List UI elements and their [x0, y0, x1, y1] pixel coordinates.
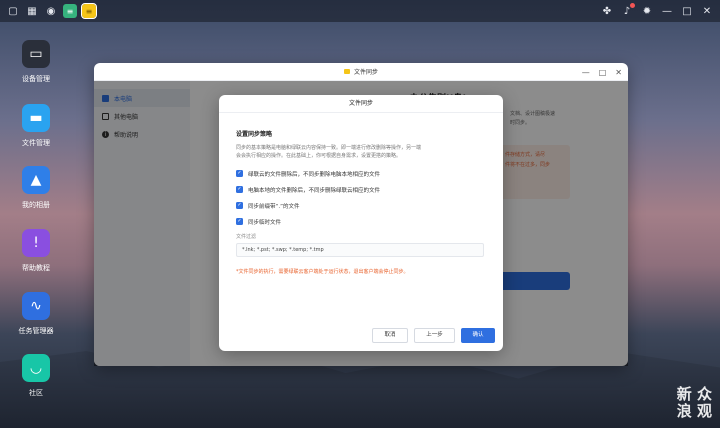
desktop-label: 任务管理器	[18, 327, 54, 335]
watermark-logo: 新 众 浪 观	[677, 386, 712, 420]
checkbox-checked-icon[interactable]: ✓	[236, 186, 243, 193]
desktop-label: 社区	[29, 389, 43, 397]
photo-icon: ▲	[22, 166, 50, 194]
app-green-icon[interactable]: ≡	[63, 4, 77, 18]
checkbox-checked-icon[interactable]: ✓	[236, 170, 243, 177]
apps-grid-icon[interactable]: ▦	[25, 4, 39, 18]
device-icon: ▭	[22, 40, 50, 68]
dialog-title: 文件同步	[219, 95, 503, 113]
globe-icon[interactable]: ◉	[44, 4, 58, 18]
maximize-icon[interactable]: □	[599, 68, 607, 77]
close-icon[interactable]: ✕	[700, 4, 714, 18]
option-label: 同步临时文件	[248, 219, 282, 226]
taskbar: ▢ ▦ ◉ ≡ ≡ ✤ ♪ ✹ — □ ✕	[0, 0, 720, 22]
file-filter-input[interactable]: *.lnk; *.pst; *.swp; *.temp; *.tmp	[236, 243, 484, 257]
bell-icon[interactable]: ♪	[620, 3, 635, 18]
folder-icon: ▬	[22, 104, 50, 132]
window-icon[interactable]: □	[680, 4, 694, 18]
desktop-icon-community[interactable]: ◡ 社区	[10, 354, 62, 398]
desktop-icon-task-manager[interactable]: ∿ 任务管理器	[10, 292, 62, 336]
watermark-line: 浪 观	[676, 402, 712, 420]
desktop-label: 帮助教程	[22, 264, 50, 272]
desktop-icon-help[interactable]: ! 帮助教程	[10, 229, 62, 273]
minimize-icon[interactable]: —	[660, 4, 674, 18]
task-icon: ∿	[22, 292, 50, 320]
window-title: 文件同步	[353, 69, 378, 76]
strategy-description: 同步的基本策略是电脑和绿联云内容保持一致。即一端进行修改删除等操作，另一端 会会…	[236, 144, 486, 160]
window-titlebar: 文件同步 — □ ✕	[94, 63, 628, 81]
option-label: 电脑本地的文件删除后，不同步删除绿联云相应的文件	[248, 187, 381, 194]
community-icon: ◡	[22, 354, 50, 382]
option-keep-cloud-on-local-delete[interactable]: ✓ 电脑本地的文件删除后，不同步删除绿联云相应的文件	[236, 183, 486, 196]
watermark-line: 新 众	[676, 385, 712, 403]
previous-step-button[interactable]: 上一步	[414, 328, 455, 343]
taskview-icon[interactable]: ▢	[6, 4, 20, 18]
cancel-button[interactable]: 取消	[372, 328, 408, 343]
option-sync-temp-files[interactable]: ✓ 同步临时文件	[236, 215, 486, 228]
option-keep-local-on-cloud-delete[interactable]: ✓ 绿联云的文件删除后，不同步删除电脑本地相应的文件	[236, 167, 486, 180]
filter-label: 文件过滤	[236, 234, 257, 240]
desktop-icon-device[interactable]: ▭ 设备管理	[10, 40, 62, 84]
confirm-button[interactable]: 确认	[461, 328, 495, 343]
desktop-icon-photos[interactable]: ▲ 我的相册	[10, 166, 62, 210]
sync-warning-text: *文件同步的执行，需要绿联云客户端处于运行状态，退出客户端会停止同步。	[236, 269, 409, 275]
option-label: 绿联云的文件删除后，不同步删除电脑本地相应的文件	[248, 171, 381, 178]
desktop-label: 文件管理	[22, 139, 50, 147]
description-line: 会会执行相应的操作。在此基础上，你可根据自身需求，设置更搭的策略。	[236, 153, 402, 159]
settings-icon[interactable]: ✹	[640, 4, 654, 18]
desktop-label: 我的相册	[22, 201, 50, 209]
checkbox-checked-icon[interactable]: ✓	[236, 218, 243, 225]
option-sync-dot-files[interactable]: ✓ 同步前缀带“.”的文件	[236, 199, 486, 212]
checkbox-checked-icon[interactable]: ✓	[236, 202, 243, 209]
help-icon: !	[22, 229, 50, 257]
file-sync-app-icon[interactable]: ≡	[81, 3, 97, 19]
notification-dot	[630, 3, 635, 8]
minimize-icon[interactable]: —	[582, 68, 590, 77]
close-icon[interactable]: ✕	[615, 68, 622, 77]
section-title: 设置同步策略	[236, 131, 273, 138]
folder-icon	[343, 69, 350, 74]
sync-settings-dialog: 文件同步 设置同步策略 同步的基本策略是电脑和绿联云内容保持一致。即一端进行修改…	[219, 95, 503, 351]
puzzle-icon[interactable]: ✤	[600, 4, 614, 18]
description-line: 同步的基本策略是电脑和绿联云内容保持一致。即一端进行修改删除等操作，另一端	[236, 145, 422, 151]
option-label: 同步前缀带“.”的文件	[248, 203, 300, 210]
desktop-label: 设备管理	[22, 75, 50, 83]
desktop-icon-files[interactable]: ▬ 文件管理	[10, 104, 62, 148]
